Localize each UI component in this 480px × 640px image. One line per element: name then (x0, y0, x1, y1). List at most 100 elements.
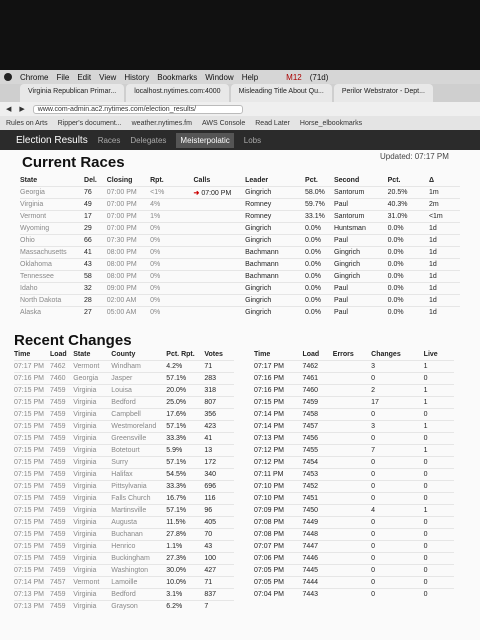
cell-pct: 0.0% (305, 294, 334, 307)
table-row: Wyoming 29 07:00 PM 0% Gingrich 0.0% Huntsman 0… (20, 222, 460, 235)
tab-localhost[interactable]: localhost.nytimes.com:4000 (126, 84, 229, 102)
col-live[interactable]: Live (424, 348, 454, 361)
table-row: 07:15 PM 7459 Virginia Surry 57.1% 172 (14, 456, 234, 469)
col-time[interactable]: Time (254, 348, 302, 361)
col-errors[interactable]: Errors (333, 348, 371, 361)
col-pct-rpt[interactable]: Pct. Rpt. (166, 348, 204, 361)
cell-state: Virginia (73, 468, 112, 481)
tab-misleading[interactable]: Misleading Title About Qu... (230, 84, 332, 102)
cell-text: Washington (111, 567, 148, 574)
cell-text: Paul (333, 237, 348, 244)
nav-meisterpolatic[interactable]: Meisterpolatic (176, 132, 234, 148)
nav-logs[interactable]: Lobs (244, 136, 261, 145)
cell-text: 0 (423, 555, 428, 562)
cell-calls (193, 270, 246, 283)
cell-text: 41 (204, 435, 213, 442)
menu-history[interactable]: History (124, 73, 149, 82)
bookmarks-bar: Rules on Arts Ripper's document... weath… (0, 116, 480, 130)
bookmark-item[interactable]: Read Later (255, 120, 290, 127)
col-pct2[interactable]: Pct. (388, 174, 429, 187)
table-row: 07:08 PM 7449 0 0 (254, 516, 454, 529)
cell-rpt: 0% (150, 270, 194, 283)
menubar: Chrome File Edit View History Bookmarks … (0, 70, 480, 84)
cell-text: 07:15 PM (14, 399, 44, 406)
cell-text: <1m (428, 213, 443, 220)
col-changes[interactable]: Changes (371, 348, 424, 361)
cell-text: 07:00 PM (106, 201, 137, 208)
table-row: 07:06 PM 7446 0 0 (254, 552, 454, 565)
cell-text: Virginia (20, 201, 44, 208)
cell-calls: ➜ 07:00 PM (193, 186, 246, 199)
url-field[interactable]: www.com-admin.ac2.nytimes.com/election_r… (32, 104, 243, 114)
cell-votes: 837 (204, 588, 234, 601)
col-calls[interactable]: Calls (194, 174, 246, 187)
cell-text: Georgia (20, 189, 45, 196)
cell-text: 76 (84, 189, 92, 196)
cell-calls (193, 234, 246, 247)
menu-edit[interactable]: Edit (77, 73, 91, 82)
forward-icon[interactable]: ▶ (19, 105, 24, 113)
col-state[interactable]: State (20, 174, 84, 187)
col-county[interactable]: County (111, 348, 166, 361)
bookmark-item[interactable]: weather.nytimes.fm (132, 120, 192, 127)
table-row: 07:13 PM 7459 Virginia Bedford 3.1% 837 (14, 588, 234, 601)
table-row: 07:14 PM 7458 0 0 (254, 408, 454, 421)
cell-text: 7459 (49, 507, 66, 514)
cell-text: 07:14 PM (254, 423, 284, 430)
cell-pct-rpt: 20.0% (166, 384, 205, 397)
nav-delegates[interactable]: Delegates (130, 136, 166, 145)
menu-window[interactable]: Window (205, 73, 233, 82)
brand-title[interactable]: Election Results (16, 135, 88, 146)
col-load[interactable]: Load (50, 348, 73, 361)
cell-text: 40.3% (387, 201, 408, 208)
bookmark-item[interactable]: Horse_elbookmarks (300, 120, 362, 127)
col-rpt[interactable]: Rpt. (150, 174, 193, 187)
cell-leader: Bachmann (245, 258, 306, 271)
table-row: 07:08 PM 7448 0 0 (254, 528, 454, 541)
col-delta[interactable]: Δ (429, 174, 460, 187)
menu-chrome[interactable]: Chrome (20, 73, 48, 82)
mail-status[interactable]: M12 (286, 73, 302, 82)
cell-pct-rpt: 33.3% (166, 432, 205, 445)
apple-icon[interactable] (4, 73, 12, 81)
menu-bookmarks[interactable]: Bookmarks (157, 73, 197, 82)
cell-time: 07:13 PM (14, 588, 50, 601)
nav-races[interactable]: Races (98, 136, 121, 145)
cell-text: 0 (371, 375, 376, 382)
col-state[interactable]: State (73, 348, 111, 361)
tab-perilor[interactable]: Perilor Webstrator - Dept... (333, 84, 433, 102)
cell-leader: Romney (245, 210, 306, 223)
bookmark-item[interactable]: Rules on Arts (6, 120, 48, 127)
cell-text: Virginia (73, 483, 97, 490)
col-closing[interactable]: Closing (107, 174, 150, 187)
menu-file[interactable]: File (56, 73, 69, 82)
cell-text: 02:00 AM (106, 297, 137, 304)
tab-virginia[interactable]: Virginia Republican Primar... (20, 84, 125, 102)
cell-text: 66 (84, 237, 92, 244)
cell-state: Oklahoma (20, 258, 85, 271)
col-del[interactable]: Del. (84, 174, 107, 187)
col-load[interactable]: Load (302, 348, 332, 361)
cell-pct-rpt: 57.1% (166, 456, 205, 469)
cell-text: Virginia (73, 423, 97, 430)
cell-text: 07:13 PM (14, 591, 44, 598)
col-second[interactable]: Second (334, 174, 388, 187)
cell-pct2: 0.0% (387, 222, 429, 235)
cell-text: 1% (150, 213, 161, 220)
menu-help[interactable]: Help (242, 73, 258, 82)
battery-status[interactable]: (71d) (310, 73, 329, 82)
table-row: 07:13 PM 7456 0 0 (254, 432, 454, 445)
col-time[interactable]: Time (14, 348, 50, 361)
cell-load: 7459 (49, 492, 74, 505)
table-row: 07:09 PM 7450 4 1 (254, 504, 454, 517)
menu-view[interactable]: View (99, 73, 116, 82)
col-pct[interactable]: Pct. (305, 174, 334, 187)
cell-pct-rpt: 17.6% (166, 408, 205, 421)
col-votes[interactable]: Votes (204, 348, 234, 361)
cell-text: 172 (204, 459, 217, 466)
bookmark-item[interactable]: Ripper's document... (58, 120, 122, 127)
col-leader[interactable]: Leader (245, 174, 305, 187)
bookmark-item[interactable]: AWS Console (202, 120, 245, 127)
back-icon[interactable]: ◀ (6, 105, 11, 113)
cell-rpt: 0% (150, 222, 194, 235)
